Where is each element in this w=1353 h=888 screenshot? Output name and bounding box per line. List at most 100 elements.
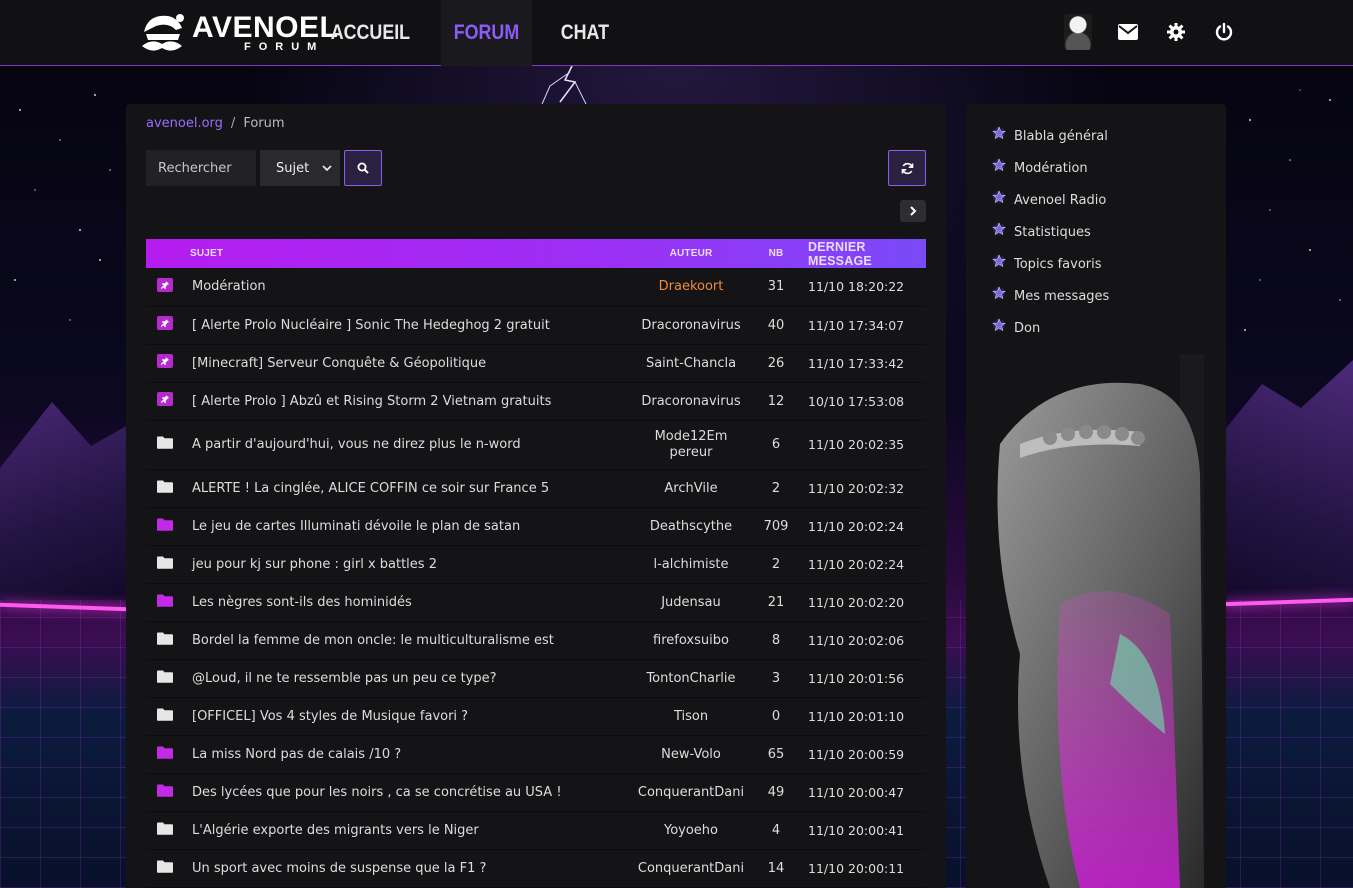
topic-last-message[interactable]: 11/10 17:33:42: [792, 344, 926, 383]
topic-title[interactable]: L'Algérie exporte des migrants vers le N…: [184, 811, 622, 850]
topic-author[interactable]: Draekoort: [622, 268, 760, 307]
gear-icon[interactable]: [1164, 20, 1188, 44]
topic-last-message[interactable]: 11/10 20:00:41: [792, 811, 926, 850]
topic-last-message[interactable]: 11/10 20:02:24: [792, 507, 926, 546]
table-row[interactable]: Des lycées que pour les noirs , ca se co…: [146, 773, 926, 812]
topic-last-message[interactable]: 11/10 20:00:47: [792, 773, 926, 812]
nav-forum[interactable]: FORUM: [441, 0, 533, 66]
refresh-button[interactable]: [888, 150, 926, 186]
topic-author[interactable]: firefoxsuibo: [622, 621, 760, 660]
topic-author[interactable]: Saint-Chancla: [622, 344, 760, 383]
table-row[interactable]: L'Algérie exporte des migrants vers le N…: [146, 811, 926, 850]
topic-author[interactable]: ConquerantDani: [622, 773, 760, 812]
topic-author[interactable]: TontonCharlie: [622, 659, 760, 698]
table-row[interactable]: Modération Draekoort 31 11/10 18:20:22: [146, 268, 926, 307]
star-icon: [992, 286, 1006, 300]
sidebar-item[interactable]: Modération: [992, 152, 1109, 184]
power-icon[interactable]: [1212, 20, 1236, 44]
search-type-select[interactable]: Sujet: [260, 150, 340, 186]
topic-title[interactable]: A partir d'aujourd'hui, vous ne direz pl…: [184, 420, 622, 470]
sidebar-item[interactable]: Blabla général: [992, 120, 1109, 152]
topic-author[interactable]: New-Volo: [622, 735, 760, 774]
topic-reply-count: 8: [760, 621, 792, 660]
sidebar-item[interactable]: Statistiques: [992, 216, 1109, 248]
topic-author[interactable]: Mode12Empereur: [622, 420, 760, 470]
table-row[interactable]: @Loud, il ne te ressemble pas un peu ce …: [146, 659, 926, 698]
nav-chat[interactable]: CHAT: [548, 0, 622, 66]
column-header-count[interactable]: NB: [760, 239, 792, 268]
topic-author[interactable]: ConquerantDani: [622, 849, 760, 888]
column-header-author[interactable]: AUTEUR: [622, 239, 760, 268]
pin-icon: [157, 316, 173, 330]
topic-title[interactable]: [ Alerte Prolo Nucléaire ] Sonic The Hed…: [184, 306, 622, 345]
topic-last-message[interactable]: 11/10 20:02:20: [792, 583, 926, 622]
santa-mustache-logo-icon: [142, 14, 184, 51]
topic-title[interactable]: Un sport avec moins de suspense que la F…: [184, 849, 622, 888]
topic-title[interactable]: [ Alerte Prolo ] Abzû et Rising Storm 2 …: [184, 382, 622, 421]
site-logo[interactable]: AVENOEL FORUM: [138, 10, 338, 56]
table-row[interactable]: [ Alerte Prolo Nucléaire ] Sonic The Hed…: [146, 306, 926, 345]
sidebar-item-label: Blabla général: [1014, 128, 1108, 144]
topic-title[interactable]: ALERTE ! La cinglée, ALICE COFFIN ce soi…: [184, 469, 622, 508]
topic-title[interactable]: jeu pour kj sur phone : girl x battles 2: [184, 545, 622, 584]
next-page-button[interactable]: [900, 200, 926, 222]
topic-last-message[interactable]: 11/10 18:20:22: [792, 268, 926, 307]
folder-icon: [157, 670, 173, 683]
topic-title[interactable]: La miss Nord pas de calais /10 ?: [184, 735, 622, 774]
table-row[interactable]: La miss Nord pas de calais /10 ? New-Volo…: [146, 735, 926, 774]
topic-title[interactable]: Des lycées que pour les noirs , ca se co…: [184, 773, 622, 812]
topic-author[interactable]: Dracoronavirus: [622, 306, 760, 345]
search-button[interactable]: [344, 150, 382, 186]
table-row[interactable]: jeu pour kj sur phone : girl x battles 2…: [146, 545, 926, 584]
topic-icon: [146, 849, 184, 888]
table-row[interactable]: Un sport avec moins de suspense que la F…: [146, 849, 926, 888]
topic-title[interactable]: [OFFICEL] Vos 4 styles de Musique favori…: [184, 697, 622, 736]
topic-last-message[interactable]: 11/10 20:02:24: [792, 545, 926, 584]
topic-author[interactable]: ArchVile: [622, 469, 760, 508]
topic-author[interactable]: Deathscythe: [622, 507, 760, 546]
topic-reply-count: 49: [760, 773, 792, 812]
topic-last-message[interactable]: 11/10 20:02:06: [792, 621, 926, 660]
sidebar-item[interactable]: Don: [992, 312, 1109, 344]
sidebar-item[interactable]: Mes messages: [992, 280, 1109, 312]
sidebar-item[interactable]: Topics favoris: [992, 248, 1109, 280]
topic-title[interactable]: [Minecraft] Serveur Conquête & Géopoliti…: [184, 344, 622, 383]
topic-title[interactable]: Modération: [184, 268, 622, 307]
search-input[interactable]: [146, 150, 256, 186]
topic-last-message[interactable]: 11/10 20:00:11: [792, 849, 926, 888]
topic-author[interactable]: Judensau: [622, 583, 760, 622]
topic-author[interactable]: Dracoronavirus: [622, 382, 760, 421]
topic-reply-count: 709: [760, 507, 792, 546]
table-row[interactable]: Les nègres sont-ils des hominidés Judensa…: [146, 583, 926, 622]
table-row[interactable]: Bordel la femme de mon oncle: le multicu…: [146, 621, 926, 660]
topic-title[interactable]: Le jeu de cartes Illuminati dévoile le p…: [184, 507, 622, 546]
table-row[interactable]: Le jeu de cartes Illuminati dévoile le p…: [146, 507, 926, 546]
avatar[interactable]: [1064, 14, 1092, 50]
mountain-decoration: [1223, 360, 1353, 600]
topic-last-message[interactable]: 11/10 17:34:07: [792, 306, 926, 345]
breadcrumb-home-link[interactable]: avenoel.org: [146, 116, 223, 131]
topic-last-message[interactable]: 11/10 20:02:32: [792, 469, 926, 508]
topic-author[interactable]: Tison: [622, 697, 760, 736]
topic-title[interactable]: Les nègres sont-ils des hominidés: [184, 583, 622, 622]
topic-last-message[interactable]: 11/10 20:02:35: [792, 420, 926, 470]
table-row[interactable]: [Minecraft] Serveur Conquête & Géopoliti…: [146, 344, 926, 383]
topic-author[interactable]: l-alchimiste: [622, 545, 760, 584]
table-row[interactable]: ALERTE ! La cinglée, ALICE COFFIN ce soi…: [146, 469, 926, 508]
topic-author[interactable]: Yoyoeho: [622, 811, 760, 850]
topic-last-message[interactable]: 11/10 20:01:10: [792, 697, 926, 736]
topic-last-message[interactable]: 11/10 20:00:59: [792, 735, 926, 774]
topic-last-message[interactable]: 10/10 17:53:08: [792, 382, 926, 421]
column-header-subject[interactable]: SUJET: [146, 239, 622, 268]
nav-accueil[interactable]: ACCUEIL: [318, 0, 423, 66]
table-row[interactable]: [OFFICEL] Vos 4 styles de Musique favori…: [146, 697, 926, 736]
sidebar-item[interactable]: Avenoel Radio: [992, 184, 1109, 216]
table-row[interactable]: [ Alerte Prolo ] Abzû et Rising Storm 2 …: [146, 382, 926, 421]
topic-last-message[interactable]: 11/10 20:01:56: [792, 659, 926, 698]
sidebar-item-label: Modération: [1014, 160, 1088, 176]
topic-title[interactable]: Bordel la femme de mon oncle: le multicu…: [184, 621, 622, 660]
mail-icon[interactable]: [1116, 20, 1140, 44]
table-row[interactable]: A partir d'aujourd'hui, vous ne direz pl…: [146, 420, 926, 470]
topic-title[interactable]: @Loud, il ne te ressemble pas un peu ce …: [184, 659, 622, 698]
column-header-last-message[interactable]: DERNIER MESSAGE: [792, 239, 926, 268]
